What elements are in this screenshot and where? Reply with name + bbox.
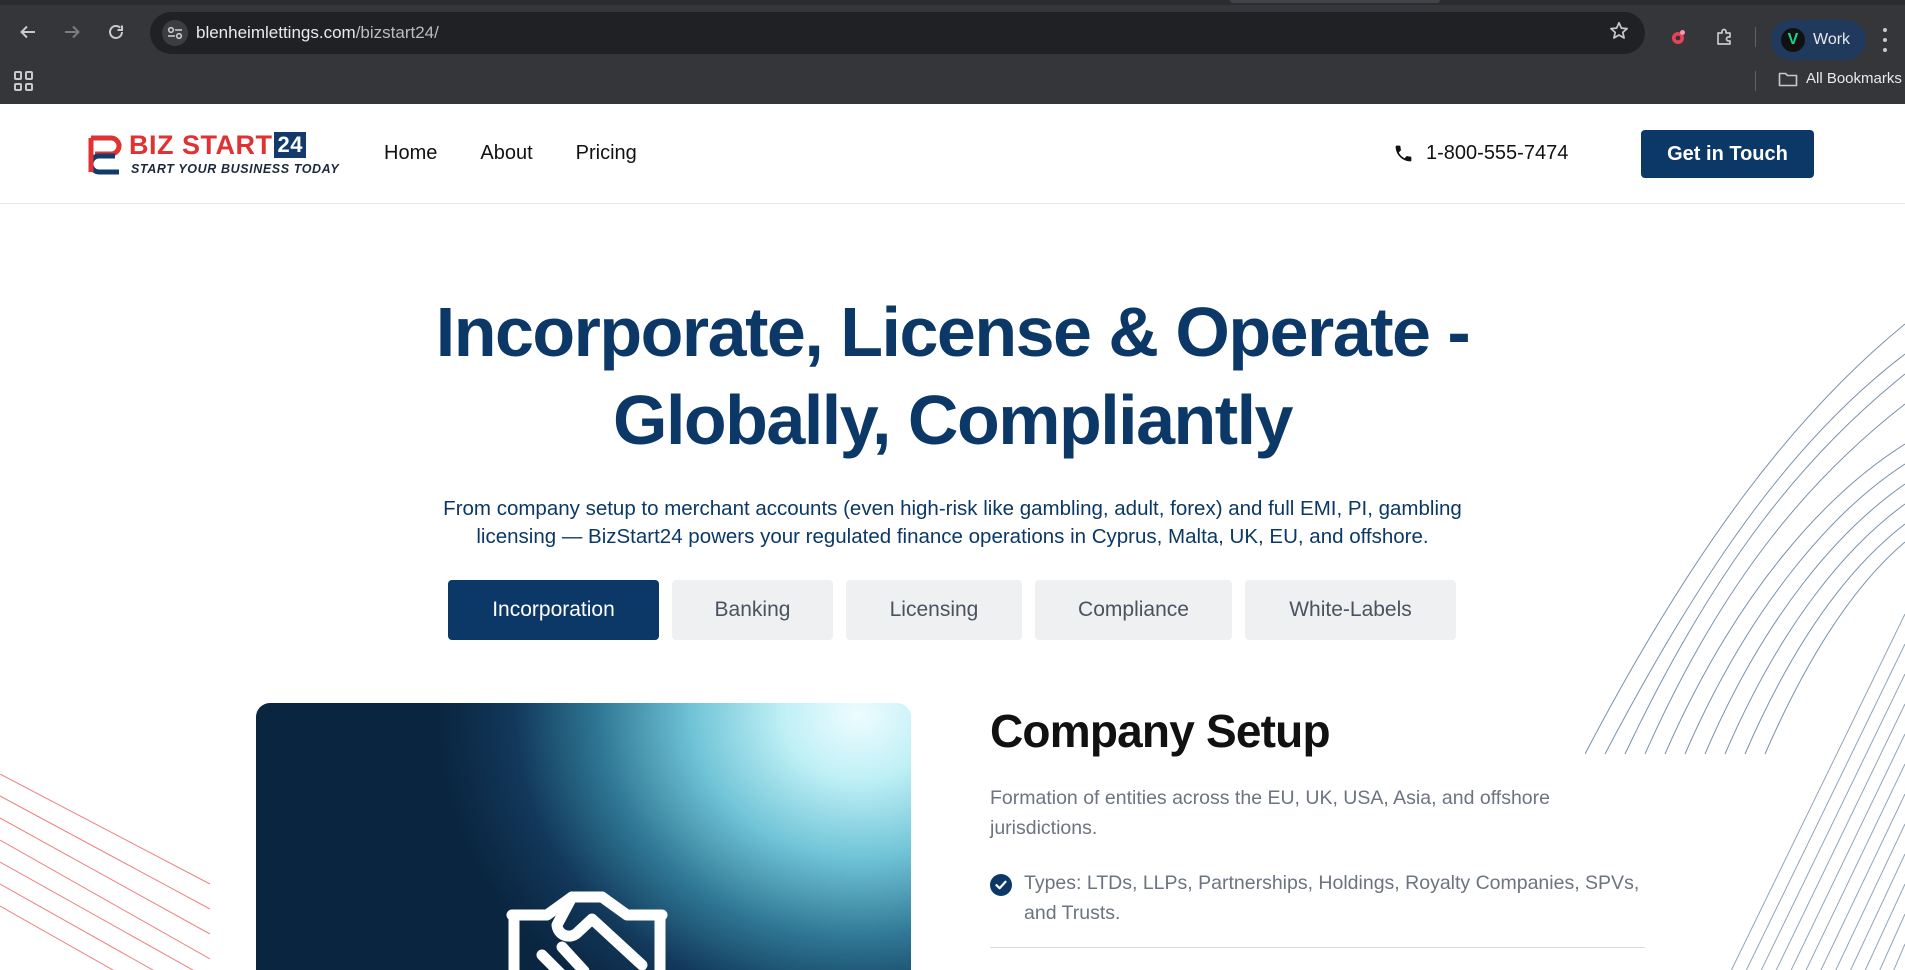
- bookmarks-divider: [1755, 71, 1756, 91]
- site-settings-icon: [167, 26, 183, 40]
- nav-pricing[interactable]: Pricing: [576, 142, 637, 165]
- hero-subtitle-line-2: licensing — BizStart24 powers your regul…: [476, 525, 1429, 548]
- handshake-icon: [506, 891, 668, 970]
- logo-mark-icon: [88, 135, 122, 175]
- extension-button[interactable]: [1664, 23, 1692, 51]
- profile-button[interactable]: V Work: [1771, 20, 1866, 60]
- tab-white-labels[interactable]: White-Labels: [1245, 580, 1456, 640]
- toolbar-divider: [1755, 27, 1756, 47]
- bookmark-star-button[interactable]: [1609, 21, 1629, 45]
- browser-toolbar: blenheimlettings.com/bizstart24/ V Work: [0, 8, 1905, 60]
- url-path: /bizstart24/: [355, 23, 439, 42]
- kebab-menu-icon[interactable]: [1882, 28, 1888, 52]
- check-circle-icon: [990, 874, 1012, 896]
- extension-icon: [1672, 30, 1685, 44]
- nav-about[interactable]: About: [480, 142, 532, 165]
- url-host: blenheimlettings.com: [196, 23, 356, 42]
- browser-tab[interactable]: [1230, 0, 1440, 3]
- section-title: Company Setup: [990, 705, 1331, 757]
- list-item-text: Types: LTDs, LLPs, Partnerships, Holding…: [1024, 872, 1640, 924]
- hero-title-line-1: Incorporate, License & Operate -: [435, 293, 1471, 371]
- tab-banking[interactable]: Banking: [672, 580, 833, 640]
- url-text[interactable]: blenheimlettings.com/bizstart24/: [196, 23, 439, 43]
- web-page: BIZ START 24 START YOUR BUSINESS TODAY Ho…: [0, 104, 1905, 970]
- profile-name: Work: [1813, 31, 1851, 48]
- tab-incorporation[interactable]: Incorporation: [448, 580, 659, 640]
- tab-strip: [0, 0, 1905, 5]
- tab-licensing[interactable]: Licensing: [846, 580, 1022, 640]
- back-button[interactable]: [12, 16, 44, 48]
- service-tabs: Incorporation Banking Licensing Complian…: [448, 580, 1456, 640]
- logo-number: 24: [274, 132, 306, 158]
- list-item: Types: LTDs, LLPs, Partnerships, Holding…: [990, 868, 1645, 928]
- profile-avatar: V: [1781, 28, 1805, 52]
- hero-subtitle: From company setup to merchant accounts …: [420, 495, 1485, 551]
- phone-link[interactable]: 1-800-555-7474: [1393, 142, 1568, 165]
- extensions-menu-button[interactable]: [1711, 23, 1739, 51]
- list-divider: [990, 947, 1645, 948]
- hero-title: Incorporate, License & Operate - Globall…: [380, 288, 1525, 464]
- all-bookmarks-button[interactable]: All Bookmarks: [1778, 70, 1902, 87]
- site-settings-button[interactable]: [162, 20, 188, 46]
- company-setup-image: [256, 703, 911, 970]
- bizstart24-logo[interactable]: BIZ START 24 START YOUR BUSINESS TODAY: [85, 130, 340, 180]
- phone-icon: [1395, 145, 1412, 162]
- section-description: Formation of entities across the EU, UK,…: [990, 787, 1550, 839]
- hero-subtitle-line-1: From company setup to merchant accounts …: [443, 497, 1462, 520]
- logo-wordmark: BIZ START 24: [129, 130, 306, 161]
- hero-title-line-2: Globally, Compliantly: [613, 381, 1293, 459]
- decorative-lines-left: [0, 774, 210, 970]
- forward-arrow-icon: [65, 25, 80, 39]
- main-navigation: Home About Pricing: [384, 142, 637, 165]
- star-icon: [1610, 21, 1628, 39]
- bookmarks-bar: All Bookmarks: [0, 64, 1905, 104]
- address-bar[interactable]: blenheimlettings.com/bizstart24/: [150, 12, 1645, 54]
- puzzle-icon: [1717, 28, 1731, 45]
- logo-tagline: START YOUR BUSINESS TODAY: [131, 162, 340, 176]
- apps-grid-icon[interactable]: [14, 71, 34, 91]
- phone-number: 1-800-555-7474: [1426, 142, 1569, 164]
- nav-home[interactable]: Home: [384, 142, 437, 165]
- site-header: BIZ START 24 START YOUR BUSINESS TODAY Ho…: [0, 104, 1905, 204]
- get-in-touch-button[interactable]: Get in Touch: [1641, 130, 1814, 178]
- tab-compliance[interactable]: Compliance: [1035, 580, 1232, 640]
- logo-word: BIZ START: [129, 130, 273, 160]
- reload-icon: [109, 25, 123, 39]
- back-arrow-icon: [20, 25, 35, 39]
- forward-button[interactable]: [56, 16, 88, 48]
- browser-chrome: blenheimlettings.com/bizstart24/ V Work …: [0, 0, 1905, 104]
- reload-button[interactable]: [100, 16, 132, 48]
- folder-icon: [1778, 72, 1798, 86]
- all-bookmarks-label: All Bookmarks: [1806, 70, 1902, 87]
